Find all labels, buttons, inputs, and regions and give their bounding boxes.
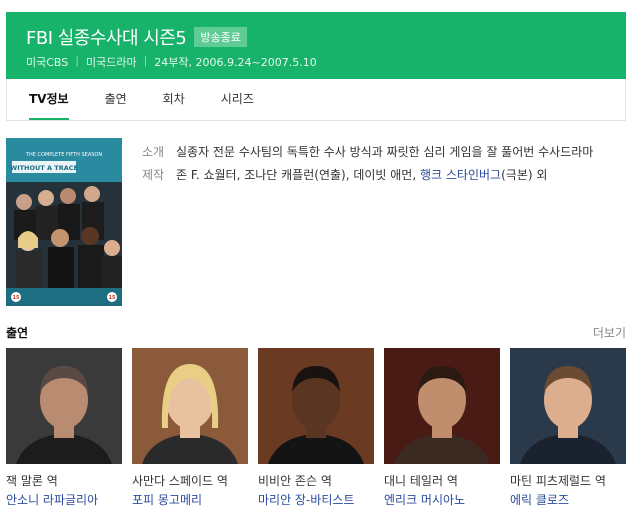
tab-series[interactable]: 시리즈 <box>221 79 254 120</box>
cast-more-link[interactable]: 더보기 <box>593 324 626 341</box>
cast-role: 대니 테일러 역 <box>384 474 458 488</box>
cast-photo[interactable] <box>384 348 500 464</box>
meta-separator: | <box>75 54 79 67</box>
poster-rating-text: 15 <box>109 295 116 301</box>
meta-genre: 미국드라마 <box>85 56 137 69</box>
cast-photo[interactable] <box>6 348 122 464</box>
poster-season-text: THE COMPLETE FIFTH SEASON <box>25 152 102 158</box>
meta-separator: | <box>143 54 148 67</box>
cast-section-title: 출연 <box>6 326 29 340</box>
poster-show-text: WITHOUT A TRACE <box>10 164 78 172</box>
writer-link[interactable]: 행크 스타인버그 <box>420 168 501 182</box>
cast-item[interactable]: 대니 테일러 역 엔리크 머시아노 <box>384 348 500 506</box>
meta-network: 미국CBS <box>26 56 69 69</box>
status-badge: 방송종료 <box>194 27 247 47</box>
show-meta: 미국CBS | 미국드라마 | 24부작, 2006.9.24~2007.5.1… <box>26 54 317 70</box>
show-info: 소개 실종자 전문 수사팀의 독특한 수사 방식과 짜릿한 심리 게임을 잘 풀… <box>142 143 612 189</box>
cast-item[interactable]: 사만다 스페이드 역 포피 몽고메리 <box>132 348 248 506</box>
credits-prefix: 존 F. 쇼월터, 조나단 캐플런(연출), 데이빗 애먼, <box>176 168 420 182</box>
tab-bar: TV정보 출연 회차 시리즈 <box>6 79 626 121</box>
poster-rating-text: 15 <box>13 295 20 301</box>
credits-suffix: (극본) 외 <box>501 168 548 182</box>
cast-role: 잭 말론 역 <box>6 474 58 488</box>
show-header: FBI 실종수사대 시즌5 방송종료 미국CBS | 미국드라마 | 24부작,… <box>6 12 626 79</box>
cast-list: 잭 말론 역 안소니 라파글리아 사만다 스페이드 역 포피 몽고메리 비비안 … <box>6 348 636 506</box>
cast-actor-name[interactable]: 엔리크 머시아노 <box>384 491 500 506</box>
cast-item[interactable]: 마틴 피츠제럴드 역 에릭 클로즈 <box>510 348 626 506</box>
cast-role: 비비안 존슨 역 <box>258 474 332 488</box>
tab-episodes[interactable]: 회차 <box>163 79 185 120</box>
meta-episodes: 24부작, 2006.9.24~2007.5.10 <box>154 56 317 69</box>
poster-image: THE COMPLETE FIFTH SEASON WITHOUT A TRAC… <box>6 138 122 306</box>
synopsis-text: 실종자 전문 수사팀의 독특한 수사 방식과 짜릿한 심리 게임을 잘 풀어번 … <box>176 145 594 159</box>
cast-section-header: 출연 더보기 <box>6 324 626 341</box>
cast-actor-name[interactable]: 포피 몽고메리 <box>132 491 248 506</box>
cast-photo[interactable] <box>258 348 374 464</box>
credits-label: 제작 <box>142 168 165 182</box>
cast-role: 마틴 피츠제럴드 역 <box>510 474 606 488</box>
show-poster[interactable]: THE COMPLETE FIFTH SEASON WITHOUT A TRAC… <box>6 138 122 306</box>
show-title[interactable]: FBI 실종수사대 시즌5 <box>26 24 187 50</box>
cast-item[interactable]: 비비안 존슨 역 마리안 장-바티스트 <box>258 348 374 506</box>
cast-actor-name[interactable]: 안소니 라파글리아 <box>6 491 122 506</box>
cast-item[interactable]: 잭 말론 역 안소니 라파글리아 <box>6 348 122 506</box>
tab-cast[interactable]: 출연 <box>105 79 127 120</box>
credits-row: 제작 존 F. 쇼월터, 조나단 캐플런(연출), 데이빗 애먼, 행크 스타인… <box>142 166 612 185</box>
cast-photo[interactable] <box>510 348 626 464</box>
cast-actor-name[interactable]: 에릭 클로즈 <box>510 491 626 506</box>
synopsis-row: 소개 실종자 전문 수사팀의 독특한 수사 방식과 짜릿한 심리 게임을 잘 풀… <box>142 143 612 162</box>
tab-tv-info[interactable]: TV정보 <box>29 79 69 120</box>
cast-actor-name[interactable]: 마리안 장-바티스트 <box>258 491 374 506</box>
credits-text: 존 F. 쇼월터, 조나단 캐플런(연출), 데이빗 애먼, 행크 스타인버그(… <box>176 166 547 185</box>
synopsis-label: 소개 <box>142 145 165 159</box>
cast-photo[interactable] <box>132 348 248 464</box>
cast-role: 사만다 스페이드 역 <box>132 474 228 488</box>
